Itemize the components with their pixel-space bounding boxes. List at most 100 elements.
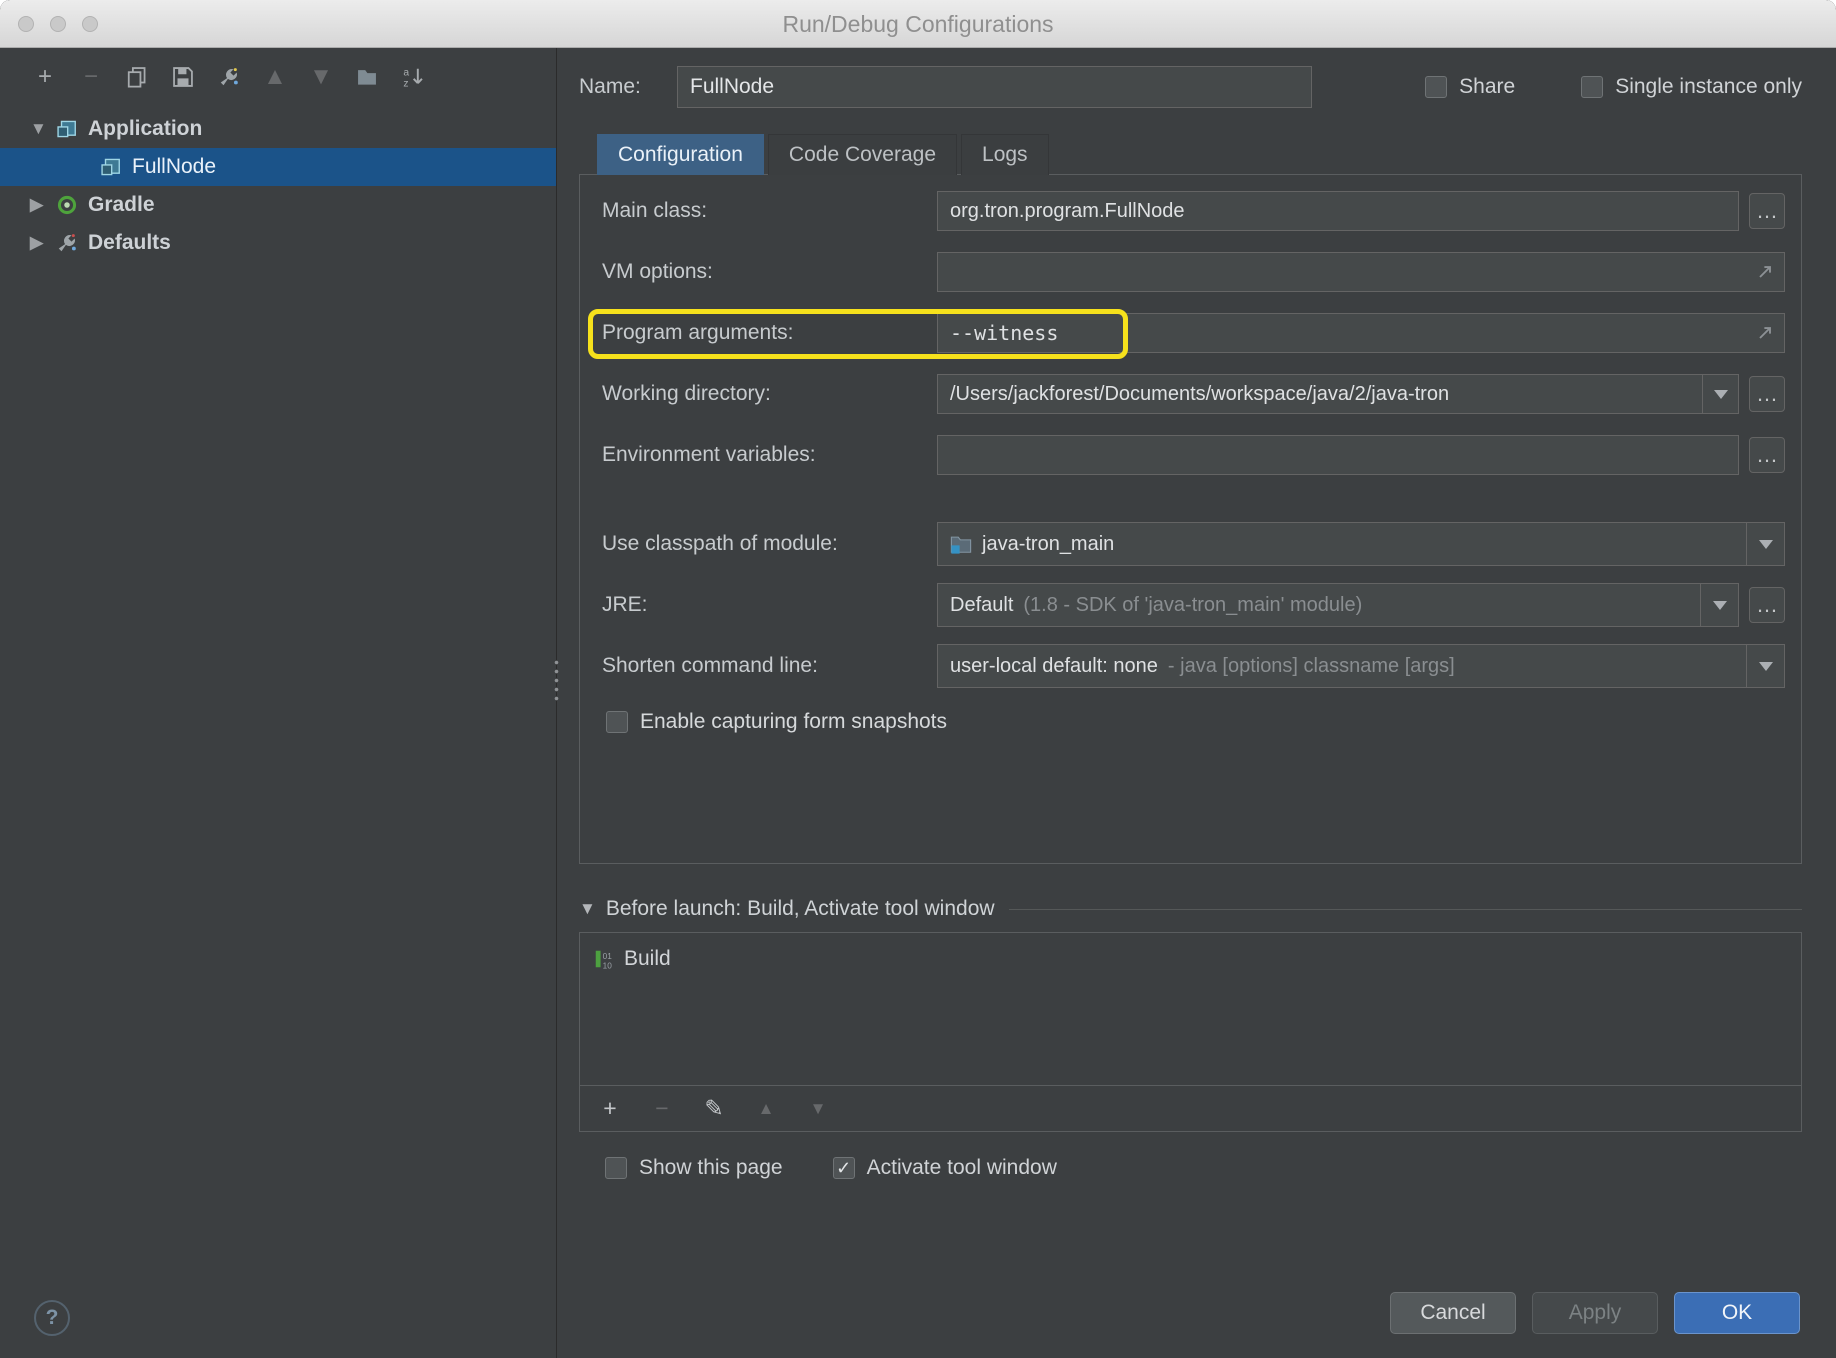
main-class-browse-button[interactable]: … [1749, 193, 1785, 229]
ok-button[interactable]: OK [1674, 1292, 1800, 1334]
before-launch-header[interactable]: ▼ Before launch: Build, Activate tool wi… [579, 894, 1802, 924]
chevron-right-icon[interactable]: ▶ [30, 233, 56, 253]
before-launch-title: Before launch: Build, Activate tool wind… [606, 897, 995, 921]
before-launch-item-build[interactable]: 0110 Build [594, 941, 1787, 977]
remove-configuration-icon[interactable]: − [78, 64, 104, 90]
before-launch-list: 0110 Build [580, 933, 1801, 1085]
ellipsis-icon: … [1756, 442, 1778, 468]
dialog-buttons: Cancel Apply OK [1390, 1292, 1800, 1334]
svg-text:a: a [403, 68, 409, 79]
save-configuration-icon[interactable] [170, 64, 196, 90]
sort-alphabetically-icon[interactable]: az [400, 64, 426, 90]
help-icon: ? [46, 1306, 59, 1330]
move-down-icon[interactable]: ▼ [308, 64, 334, 90]
main-class-value: org.tron.program.FullNode [950, 200, 1185, 223]
tree-item-label: Application [88, 117, 202, 141]
titlebar[interactable]: Run/Debug Configurations [0, 0, 1836, 48]
capture-snapshots-label: Enable capturing form snapshots [640, 710, 947, 734]
ellipsis-icon: … [1756, 198, 1778, 224]
vm-options-field[interactable] [937, 252, 1785, 292]
program-arguments-value: --witness [950, 321, 1058, 345]
main-class-field[interactable]: org.tron.program.FullNode [937, 191, 1739, 231]
copy-configuration-icon[interactable] [124, 64, 150, 90]
move-task-down-icon[interactable]: ▼ [806, 1099, 830, 1119]
jre-label: JRE: [602, 593, 937, 617]
edit-task-icon[interactable]: ✎ [702, 1095, 726, 1122]
tree-item-gradle[interactable]: ▶ Gradle [0, 186, 556, 224]
remove-task-icon[interactable]: − [650, 1095, 674, 1122]
shorten-command-line-label: Shorten command line: [602, 654, 937, 678]
jre-row: JRE: Default (1.8 - SDK of 'java-tron_ma… [602, 583, 1785, 627]
chevron-right-icon[interactable]: ▶ [30, 195, 56, 215]
single-instance-checkbox[interactable]: ✓ [1581, 76, 1603, 98]
name-label: Name: [579, 75, 677, 99]
dropdown-arrow-icon[interactable] [1746, 523, 1784, 565]
program-arguments-field[interactable]: --witness [937, 313, 1785, 353]
apply-button[interactable]: Apply [1532, 1292, 1658, 1334]
svg-text:01: 01 [603, 952, 613, 961]
capture-snapshots-row: ✓ Enable capturing form snapshots [602, 705, 1785, 739]
share-checkbox[interactable]: ✓ [1425, 76, 1447, 98]
divider [1009, 909, 1802, 910]
sidebar-toolbar: + − ▲ ▼ az [0, 48, 556, 106]
shorten-command-line-combo[interactable]: user-local default: none - java [options… [937, 644, 1785, 688]
configurations-tree: ▼ Application FullNode ▶ [0, 110, 556, 262]
tree-item-defaults[interactable]: ▶ Defaults [0, 224, 556, 262]
vm-options-row: VM options: [602, 250, 1785, 294]
jre-combo[interactable]: Default (1.8 - SDK of 'java-tron_main' m… [937, 583, 1739, 627]
working-directory-label: Working directory: [602, 382, 937, 406]
tree-item-label: FullNode [132, 155, 216, 179]
footer-options: ✓ Show this page ✓ Activate tool window [579, 1152, 1802, 1184]
working-directory-field[interactable]: /Users/jackforest/Documents/workspace/ja… [937, 374, 1739, 414]
working-directory-dropdown-icon[interactable] [1702, 375, 1738, 413]
program-arguments-row: Program arguments: --witness [602, 311, 1785, 355]
svg-text:10: 10 [603, 962, 613, 970]
use-classpath-combo[interactable]: java-tron_main [937, 522, 1785, 566]
activate-tool-window-label: Activate tool window [867, 1156, 1057, 1180]
configuration-tab-panel: Main class: org.tron.program.FullNode … … [579, 174, 1802, 864]
jre-browse-button[interactable]: … [1749, 587, 1785, 623]
tab-logs[interactable]: Logs [961, 134, 1049, 175]
vm-options-label: VM options: [602, 260, 937, 284]
shorten-command-line-value: user-local default: none [950, 655, 1158, 678]
expand-field-icon[interactable] [1755, 323, 1775, 349]
add-task-icon[interactable]: + [598, 1095, 622, 1122]
shorten-command-line-hint: - java [options] classname [args] [1168, 655, 1455, 678]
application-type-icon [100, 156, 122, 178]
use-classpath-row: Use classpath of module: java-tron_main [602, 522, 1785, 566]
gradle-icon [56, 194, 78, 216]
tab-code-coverage[interactable]: Code Coverage [768, 134, 957, 175]
name-input[interactable] [677, 66, 1312, 108]
tab-configuration[interactable]: Configuration [597, 134, 764, 175]
show-this-page-checkbox[interactable]: ✓ [605, 1157, 627, 1179]
use-classpath-value: java-tron_main [982, 533, 1114, 556]
move-up-icon[interactable]: ▲ [262, 64, 288, 90]
dropdown-arrow-icon[interactable] [1700, 584, 1738, 626]
environment-variables-field[interactable] [937, 435, 1739, 475]
chevron-down-icon[interactable]: ▼ [30, 119, 56, 139]
cancel-button[interactable]: Cancel [1390, 1292, 1516, 1334]
environment-variables-row: Environment variables: … [602, 433, 1785, 477]
dropdown-arrow-icon[interactable] [1746, 645, 1784, 687]
environment-variables-browse-button[interactable]: … [1749, 437, 1785, 473]
tree-item-application[interactable]: ▼ Application [0, 110, 556, 148]
move-task-up-icon[interactable]: ▲ [754, 1099, 778, 1119]
chevron-down-icon[interactable]: ▼ [579, 899, 596, 919]
edit-defaults-wrench-icon[interactable] [216, 64, 242, 90]
working-directory-browse-button[interactable]: … [1749, 376, 1785, 412]
name-row: Name: ✓ Share ✓ Single instance only [579, 66, 1802, 108]
tree-item-fullnode[interactable]: FullNode [0, 148, 556, 186]
activate-tool-window-checkbox[interactable]: ✓ [833, 1157, 855, 1179]
capture-snapshots-checkbox[interactable]: ✓ [606, 711, 628, 733]
add-configuration-icon[interactable]: + [32, 64, 58, 90]
tree-item-label: Defaults [88, 231, 171, 255]
svg-text:z: z [403, 79, 408, 88]
help-button[interactable]: ? [34, 1300, 70, 1336]
share-label: Share [1459, 75, 1515, 99]
expand-field-icon[interactable] [1755, 262, 1775, 288]
top-flags: ✓ Share ✓ Single instance only [1425, 75, 1802, 99]
shorten-command-line-row: Shorten command line: user-local default… [602, 644, 1785, 688]
application-type-icon [56, 118, 78, 140]
create-folder-icon[interactable] [354, 64, 380, 90]
show-this-page-label: Show this page [639, 1156, 783, 1180]
